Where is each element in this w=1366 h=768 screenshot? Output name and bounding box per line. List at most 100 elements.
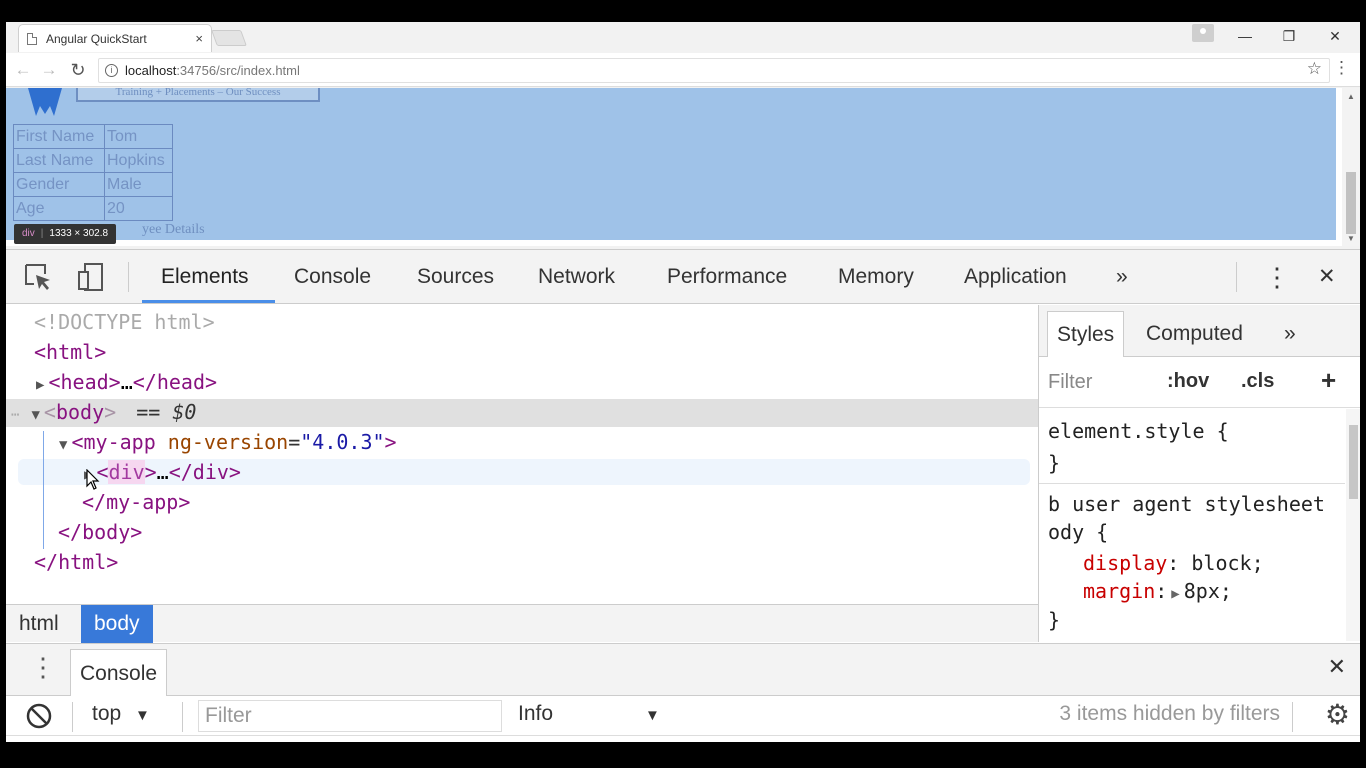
hidden-items-message: 3 items hidden by filters — [1059, 702, 1280, 725]
close-brace: } — [1048, 608, 1061, 632]
table-row: Last Name Hopkins — [13, 148, 173, 173]
hover-state-button[interactable]: :hov — [1167, 370, 1209, 393]
display-declaration[interactable]: display: block; — [1083, 551, 1264, 575]
console-settings-gear-icon[interactable]: ⚙ — [1325, 698, 1350, 731]
class-toggle-button[interactable]: .cls — [1241, 370, 1274, 393]
active-tab-indicator — [142, 300, 275, 303]
info-icon[interactable]: i — [105, 64, 118, 77]
expand-triangle-icon[interactable]: ▶ — [36, 377, 44, 393]
clear-console-icon[interactable] — [26, 703, 52, 729]
row-value: Tom — [104, 124, 173, 149]
head-node[interactable]: ▶ <head>…</head> — [36, 367, 217, 397]
margin-declaration[interactable]: margin: ▶ 8px; — [1083, 579, 1232, 603]
more-tabs-button[interactable]: » — [1116, 250, 1128, 304]
reload-icon[interactable]: ↻ — [67, 59, 89, 81]
browser-menu-icon[interactable]: ⋮ — [1333, 58, 1350, 78]
drawer-close-button[interactable]: ✕ — [1328, 654, 1346, 680]
tree-guide-line — [43, 431, 44, 549]
styles-scroll-thumb[interactable] — [1349, 425, 1358, 499]
element-style-selector[interactable]: element.style { — [1048, 419, 1229, 443]
row-label: Age — [13, 196, 105, 221]
styles-filter-input[interactable]: Filter — [1048, 371, 1092, 394]
table-row: Age 20 — [13, 196, 173, 221]
url-host: localhost — [125, 63, 177, 78]
devtools-panel: Elements Console Sources Network Performance… — [6, 249, 1360, 742]
body-node[interactable]: ⋯ ▼ <body> == $0 — [11, 397, 196, 427]
styles-filter-bar: Filter :hov .cls + — [1039, 358, 1360, 408]
tab-performance[interactable]: Performance — [667, 250, 787, 304]
tab-computed[interactable]: Computed — [1137, 311, 1252, 357]
new-tab-button[interactable] — [211, 30, 247, 46]
breadcrumb-html[interactable]: html — [6, 605, 72, 643]
table-row: Gender Male — [13, 172, 173, 197]
browser-toolbar: ← → ↻ i localhost:34756/src/index.html ☆… — [6, 53, 1360, 87]
tab-close-icon[interactable]: × — [195, 31, 203, 46]
forward-arrow-icon[interactable]: → — [38, 59, 60, 81]
breadcrumb: html body — [6, 604, 1038, 643]
profile-icon[interactable] — [1192, 24, 1214, 42]
inspect-tooltip: div | 1333 × 302.8 — [14, 224, 117, 244]
element-highlight-overlay — [6, 88, 1336, 240]
add-rule-button[interactable]: + — [1321, 365, 1336, 396]
browser-tab[interactable]: Angular QuickStart × — [18, 24, 212, 52]
tooltip-tag: div — [22, 228, 35, 239]
banner: Training + Placements – Our Success — [76, 88, 320, 102]
tab-console-drawer[interactable]: Console — [70, 649, 168, 696]
employee-table: First Name Tom Last Name Hopkins Gender Male A… — [13, 124, 173, 221]
console-filter-input[interactable]: Filter — [198, 700, 502, 732]
restore-button[interactable]: ❐ — [1274, 26, 1304, 46]
drawer-header: ⋮ Console ✕ — [6, 644, 1360, 696]
address-bar[interactable]: i localhost:34756/src/index.html — [98, 58, 1330, 83]
body-selector[interactable]: ody { — [1048, 520, 1108, 544]
back-arrow-icon[interactable]: ← — [12, 59, 34, 81]
devtools-close-button[interactable]: ✕ — [1318, 250, 1336, 304]
tab-network[interactable]: Network — [538, 250, 615, 304]
tab-title: Angular QuickStart — [46, 31, 147, 46]
close-brace: } — [1048, 451, 1061, 475]
styles-more-button[interactable]: » — [1275, 311, 1305, 357]
row-value: Hopkins — [104, 148, 173, 173]
log-level-select[interactable]: Info ▼ — [518, 702, 660, 726]
collapse-triangle-icon[interactable]: ▼ — [59, 437, 67, 453]
ua-stylesheet-label: b user agent stylesheet — [1048, 492, 1325, 516]
drawer-menu-icon[interactable]: ⋮ — [30, 652, 56, 683]
breadcrumb-body[interactable]: body — [81, 605, 153, 643]
tab-sources[interactable]: Sources — [417, 250, 494, 304]
row-label: First Name — [13, 124, 105, 149]
devtools-menu-icon[interactable]: ⋮ — [1264, 250, 1290, 304]
tab-elements[interactable]: Elements — [161, 250, 249, 304]
doctype-node[interactable]: <!DOCTYPE html> — [34, 307, 215, 337]
expand-triangle-icon: ▶ — [1171, 586, 1180, 602]
page-scroll-thumb[interactable] — [1346, 172, 1356, 234]
context-select[interactable]: top ▼ — [92, 702, 150, 726]
styles-pane: Styles Computed » Filter :hov .cls + ele… — [1038, 305, 1360, 642]
tab-console[interactable]: Console — [294, 250, 371, 304]
tab-memory[interactable]: Memory — [838, 250, 914, 304]
bookmark-star-icon[interactable]: ☆ — [1307, 59, 1322, 79]
minimize-button[interactable]: — — [1230, 26, 1260, 46]
page-icon — [27, 32, 37, 45]
html-node[interactable]: <html> — [34, 337, 106, 367]
styles-scrollbar[interactable] — [1346, 409, 1360, 641]
device-toolbar-icon[interactable] — [76, 262, 106, 292]
div-node[interactable]: ▶<div>…</div> — [84, 457, 241, 487]
devtools-tab-bar: Elements Console Sources Network Performance… — [6, 250, 1360, 304]
my-app-node[interactable]: ▼ <my-app ng-version="4.0.3"> — [59, 427, 397, 457]
row-label: Last Name — [13, 148, 105, 173]
tab-styles[interactable]: Styles — [1047, 311, 1125, 357]
table-row: First Name Tom — [13, 124, 173, 149]
my-app-close-node[interactable]: </my-app> — [82, 487, 190, 517]
collapse-triangle-icon[interactable]: ▼ — [31, 407, 39, 423]
tooltip-size: 1333 × 302.8 — [49, 228, 109, 239]
html-close-node[interactable]: </html> — [34, 547, 118, 577]
employee-details-caption: yee Details — [142, 222, 205, 237]
tab-strip: Angular QuickStart × — ❐ ✕ — [6, 22, 1360, 52]
url-path: :34756/src/index.html — [176, 63, 300, 78]
body-close-node[interactable]: </body> — [58, 517, 142, 547]
console-toolbar: top ▼ Filter Info ▼ 3 items hidden by fil… — [6, 696, 1360, 736]
inspect-element-icon[interactable] — [23, 262, 53, 292]
page-scrollbar[interactable]: ▲ ▼ — [1342, 88, 1360, 246]
page-viewport: Training + Placements – Our Success Firs… — [6, 88, 1360, 246]
tab-application[interactable]: Application — [964, 250, 1067, 304]
window-close-button[interactable]: ✕ — [1320, 26, 1350, 46]
